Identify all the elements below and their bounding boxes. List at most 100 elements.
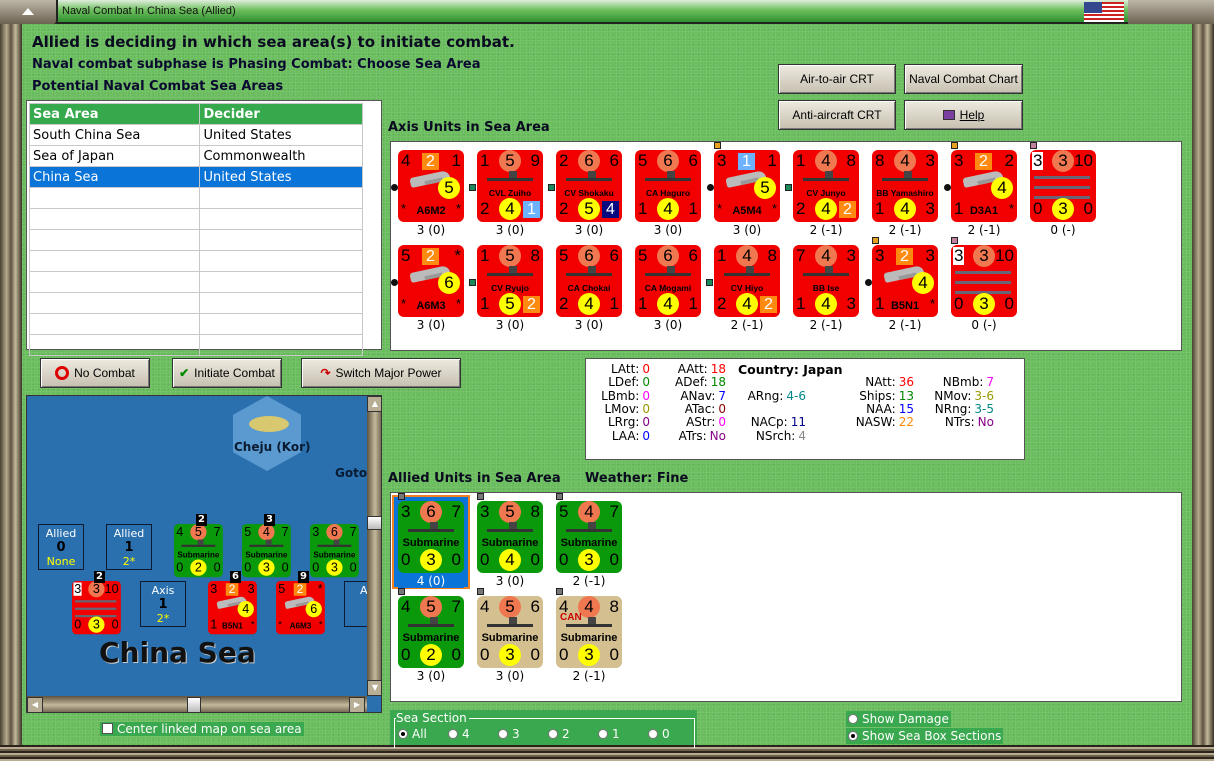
empty-cell xyxy=(28,271,201,293)
ship-counter[interactable]: 1 5 8 CV Ryujo 1 5 2 xyxy=(477,245,543,317)
scroll-right-button[interactable]: ▶ xyxy=(349,697,365,712)
ship-counter[interactable]: 7 4 3 BB Ise 1 4 3 xyxy=(793,245,859,317)
vertical-scrollbar[interactable]: ▲ ▼ xyxy=(367,396,381,696)
air-to-air-crt-button[interactable]: Air-to-air CRT xyxy=(778,64,896,94)
sea-area-row[interactable]: China Sea United States xyxy=(28,166,363,188)
attack-value: 3 xyxy=(954,151,964,170)
air-unit-counter[interactable]: 3 2 3 4 1 B5N1 * xyxy=(872,245,938,317)
collapse-button[interactable] xyxy=(0,0,58,24)
scroll-left-button[interactable]: ◀ xyxy=(27,697,43,712)
scroll-up-button[interactable]: ▲ xyxy=(367,396,381,412)
sea-area-row[interactable]: Sea of Japan Commonwealth xyxy=(28,145,363,167)
convoy-counter[interactable]: 3 3 10 0 3 0 xyxy=(1030,150,1096,222)
sea-section-radio-2[interactable]: 2 xyxy=(548,727,570,741)
air-unit-counter[interactable]: 5 2 * 6 * A6M3 * xyxy=(276,581,325,635)
column-header-sea-area[interactable]: Sea Area xyxy=(28,103,201,125)
no-combat-button[interactable]: No Combat xyxy=(40,358,150,388)
box-title: Allied xyxy=(113,527,145,540)
convoy-counter[interactable]: 3 3 10 0 3 0 xyxy=(72,581,121,635)
range-value: 6 xyxy=(688,246,698,265)
anti-aircraft-crt-button[interactable]: Anti-aircraft CRT xyxy=(778,100,896,130)
center-linked-map-checkbox[interactable]: Center linked map on sea area xyxy=(100,722,304,736)
factor-circle: 3 xyxy=(1052,150,1074,172)
vertical-scroll-thumb[interactable] xyxy=(367,516,381,530)
stack-count-badge: 2 xyxy=(196,514,207,526)
stat-nacp: NACp: 11 xyxy=(751,415,806,429)
column-header-decider[interactable]: Decider xyxy=(199,103,363,125)
nationality-label: CAN xyxy=(560,612,582,623)
sea-section-radio-0[interactable]: 0 xyxy=(648,727,670,741)
convoy-counter[interactable]: 3 3 10 0 3 0 xyxy=(951,245,1017,317)
air-unit-counter[interactable]: 3 1 1 5 * A5M4 * xyxy=(714,150,780,222)
unit-name: CV Junyo xyxy=(806,188,846,198)
submarine-counter[interactable]: 4 5 6 Submarine 0 3 0 xyxy=(477,596,543,668)
initiate-combat-button[interactable]: ✔ Initiate Combat xyxy=(172,358,282,388)
attack-value: 5 xyxy=(559,502,569,521)
sea-section-radio-4[interactable]: 4 xyxy=(448,727,470,741)
unit-name: B5N1 xyxy=(890,300,920,312)
radio-selected-icon xyxy=(848,731,858,741)
submarine-counter[interactable]: 4 5 7 Submarine 0 2 0 xyxy=(398,596,464,668)
cheju-hex[interactable] xyxy=(233,396,301,471)
axis-box-1[interactable]: Axis 1 2* xyxy=(140,581,186,627)
allied-box-1[interactable]: Allied 1 2* xyxy=(106,524,152,570)
factor-circle: 3 xyxy=(973,245,995,267)
scroll-down-button[interactable]: ▼ xyxy=(367,680,381,696)
box-title: Allied xyxy=(45,527,77,540)
ship-counter[interactable]: 1 4 8 CV Hiyo 2 4 2 xyxy=(714,245,780,317)
submarine-counter[interactable]: 4 5 7 Submarine 0 2 0 xyxy=(174,524,223,578)
allied-box-0[interactable]: Allied 0 None xyxy=(38,524,84,570)
sea-area-map[interactable]: Cheju (Kor) Goto Allied 0 None Allied 1 2* A… xyxy=(26,395,382,713)
ship-counter[interactable]: 5 6 6 CA Haguro 1 4 1 xyxy=(635,150,701,222)
ship-counter[interactable]: 1 4 8 CV Junyo 2 4 2 xyxy=(793,150,859,222)
ship-counter[interactable]: 5 6 6 CA Chokai 2 4 1 xyxy=(556,245,622,317)
help-label: Help xyxy=(959,108,985,122)
air-stat: * xyxy=(1008,201,1014,216)
stat-key: NBmb: xyxy=(942,375,984,390)
range-value: 7 xyxy=(281,524,289,539)
ship-counter[interactable]: 1 5 9 CVL Zuiho 2 4 1 xyxy=(477,150,543,222)
convoy-ships-icon xyxy=(955,271,1011,274)
stat-key: LBmb: xyxy=(601,388,640,403)
switch-major-power-button[interactable]: ↷ Switch Major Power xyxy=(301,358,461,388)
sea-area-row[interactable]: South China Sea United States xyxy=(28,124,363,146)
sea-area-cell: China Sea xyxy=(28,166,201,188)
aa-value: 0 xyxy=(609,645,619,664)
unit-status: 2 (-1) xyxy=(967,223,1001,237)
range-value: 7 xyxy=(349,524,357,539)
help-button[interactable]: Help xyxy=(904,100,1023,130)
show-sea-box-sections-radio[interactable]: Show Sea Box Sections xyxy=(846,728,1004,744)
country-label: Country: Japan xyxy=(738,362,843,377)
air-unit-counter[interactable]: 3 2 3 4 1 B5N1 * xyxy=(208,581,257,635)
air-unit-counter[interactable]: 4 2 1 5 * A6M2 * xyxy=(398,150,464,222)
sea-section-radio-3[interactable]: 3 xyxy=(498,727,520,741)
horizontal-scroll-thumb[interactable] xyxy=(187,697,201,712)
ship-counter[interactable]: 5 6 6 CA Mogami 1 4 1 xyxy=(635,245,701,317)
submarine-counter[interactable]: 5 4 7 Submarine 0 3 0 xyxy=(556,501,622,573)
unit-marker-icon xyxy=(556,588,563,595)
air-unit-counter[interactable]: 3 2 2 4 1 D3A1 * xyxy=(951,150,1017,222)
sea-section-radio-all[interactable]: All xyxy=(398,727,427,741)
empty-cell xyxy=(199,334,363,356)
naval-combat-chart-button[interactable]: Naval Combat Chart xyxy=(904,64,1023,94)
unit-status: 3 (0) xyxy=(574,318,604,332)
ship-counter[interactable]: 2 6 6 CV Shokaku 2 5 4 xyxy=(556,150,622,222)
submarine-counter[interactable]: 5 4 7 Submarine 0 3 0 xyxy=(242,524,291,578)
submarine-counter[interactable]: 4 4 8 Submarine CAN 0 3 0 xyxy=(556,596,622,668)
sea-section-radio-1[interactable]: 1 xyxy=(598,727,620,741)
submarine-counter[interactable]: 3 6 7 Submarine 0 3 0 xyxy=(310,524,359,578)
attack-value: 3 xyxy=(480,502,490,521)
box-section: 2* xyxy=(122,555,136,568)
air-unit-counter[interactable]: 5 2 * 6 * A6M3 * xyxy=(398,245,464,317)
submarine-counter[interactable]: 3 6 7 Submarine 0 3 0 xyxy=(398,501,464,573)
decider-cell: Commonwealth xyxy=(199,145,363,167)
empty-cell xyxy=(199,292,363,314)
horizontal-scrollbar[interactable]: ◀ ▶ xyxy=(27,696,367,712)
defense-value: 1 xyxy=(875,199,885,218)
show-damage-radio[interactable]: Show Damage xyxy=(846,711,951,727)
range-value: 6 xyxy=(688,151,698,170)
ship-counter[interactable]: 8 4 3 BB Yamashiro 1 4 3 xyxy=(872,150,938,222)
submarine-counter[interactable]: 3 5 8 Submarine 0 4 0 xyxy=(477,501,543,573)
empty-row xyxy=(28,313,363,335)
range-value: * xyxy=(317,581,323,596)
